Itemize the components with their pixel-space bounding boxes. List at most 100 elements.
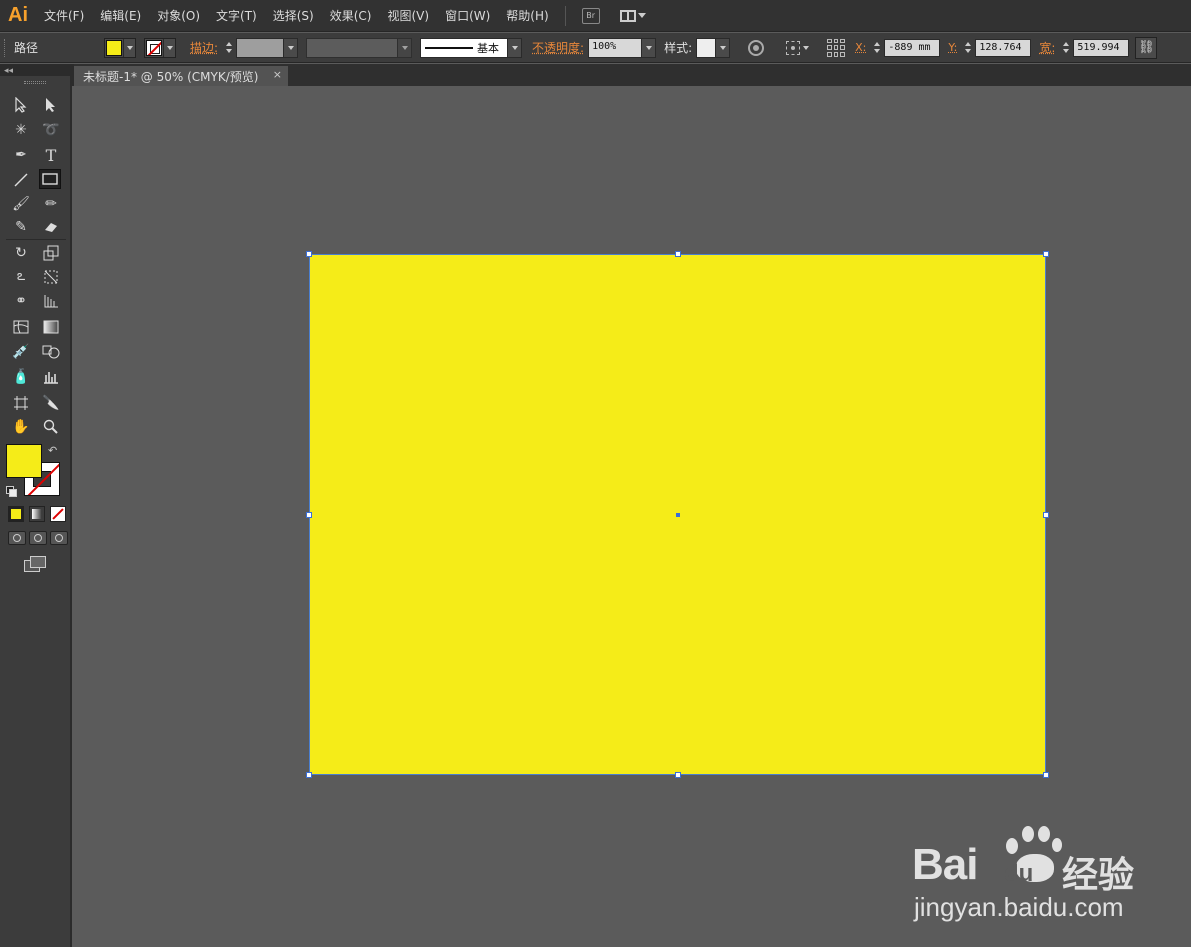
none-mode-button[interactable]	[50, 506, 66, 522]
hand-tool[interactable]: ✋	[10, 417, 32, 437]
handle-bottom-center[interactable]	[675, 772, 681, 778]
stroke-weight-stepper[interactable]	[222, 38, 236, 58]
handle-top-right[interactable]	[1043, 251, 1049, 257]
fill-color-box[interactable]	[6, 444, 42, 478]
draw-normal-button[interactable]	[8, 531, 26, 545]
mesh-icon	[13, 320, 29, 334]
lasso-icon: ➰	[42, 122, 60, 138]
draw-behind-icon	[34, 534, 42, 542]
pen-tool[interactable]: ✒	[10, 145, 32, 165]
handle-top-center[interactable]	[675, 251, 681, 257]
type-tool[interactable]: T	[40, 145, 62, 165]
menu-help[interactable]: 帮助(H)	[498, 0, 556, 32]
canvas[interactable]	[74, 86, 1191, 947]
draw-behind-button[interactable]	[29, 531, 47, 545]
menu-view[interactable]: 视图(V)	[379, 0, 437, 32]
toolbox-grip[interactable]	[24, 81, 46, 84]
x-label[interactable]: X:	[855, 41, 866, 54]
gradient-tool[interactable]	[40, 317, 62, 337]
handle-top-left[interactable]	[306, 251, 312, 257]
width-field[interactable]: 519.994	[1073, 38, 1130, 57]
opacity-label[interactable]: 不透明度:	[532, 39, 584, 56]
rotate-tool[interactable]: ↻	[10, 243, 32, 263]
draw-inside-icon	[55, 534, 63, 542]
stroke-line-preview	[425, 46, 474, 49]
slice-tool[interactable]: 🔪	[40, 393, 62, 413]
menu-effect[interactable]: 效果(C)	[322, 0, 380, 32]
lasso-tool[interactable]: ➰	[40, 120, 62, 140]
stroke-weight-label[interactable]: 描边:	[190, 39, 218, 56]
width-stepper[interactable]	[1059, 38, 1073, 58]
chevron-down-icon	[166, 45, 173, 50]
screen-mode-icon[interactable]	[24, 556, 46, 572]
rectangle-tool[interactable]	[39, 169, 61, 189]
center-point	[676, 513, 680, 517]
line-segment-tool[interactable]	[10, 170, 32, 190]
graphic-style-dropdown[interactable]	[696, 37, 731, 58]
constrain-proportions-button[interactable]: ⛓	[1135, 36, 1158, 59]
brush-definition-dropdown[interactable]: 基本	[420, 37, 523, 58]
zoom-tool[interactable]	[40, 417, 62, 437]
artboard-tool[interactable]	[10, 393, 32, 413]
stroke-weight-field[interactable]	[236, 37, 299, 58]
recolor-artwork-icon[interactable]	[748, 39, 765, 56]
x-field[interactable]: -889 mm	[884, 38, 941, 57]
bridge-button[interactable]: Br	[581, 7, 600, 24]
blob-brush-tool[interactable]: ✎	[10, 217, 32, 237]
gradient-mode-icon	[32, 509, 42, 519]
document-tab[interactable]: 未标题-1* @ 50% (CMYK/预览) ×	[74, 66, 288, 86]
eyedropper-tool[interactable]: 💉	[10, 342, 32, 362]
collapse-panel-icon[interactable]: ◂◂	[4, 66, 13, 76]
handle-bottom-right[interactable]	[1043, 772, 1049, 778]
menu-object[interactable]: 对象(O)	[149, 0, 208, 32]
selection-tool[interactable]	[10, 95, 32, 115]
magic-wand-tool[interactable]: ✳	[10, 120, 32, 140]
width-tool[interactable]: ఽ	[10, 267, 32, 287]
paintbrush-tool[interactable]: 🖌	[10, 194, 32, 214]
arrange-documents-button[interactable]	[619, 9, 646, 22]
y-field[interactable]: 128.764	[975, 38, 1032, 57]
handle-middle-left[interactable]	[306, 512, 312, 518]
shape-builder-tool[interactable]: ⚭	[10, 291, 32, 311]
reference-point-icon[interactable]	[827, 38, 846, 57]
menu-window[interactable]: 窗口(W)	[437, 0, 498, 32]
direct-selection-tool[interactable]	[40, 95, 62, 115]
fill-color-dropdown[interactable]	[104, 37, 136, 58]
column-graph-tool[interactable]	[40, 367, 62, 387]
scale-tool[interactable]	[40, 243, 62, 263]
perspective-grid-tool[interactable]	[40, 291, 62, 311]
swap-fill-stroke-icon[interactable]: ↶	[48, 444, 57, 457]
align-to-dropdown[interactable]	[786, 40, 810, 55]
y-stepper[interactable]	[961, 38, 975, 58]
color-mode-button[interactable]	[8, 506, 24, 522]
stepper-down-icon	[226, 49, 233, 53]
menu-edit[interactable]: 编辑(E)	[92, 0, 149, 32]
menu-select[interactable]: 选择(S)	[265, 0, 322, 32]
free-transform-tool[interactable]	[40, 267, 62, 287]
variable-width-profile-dropdown[interactable]	[306, 37, 413, 58]
pencil-tool[interactable]: ✏	[40, 194, 62, 214]
x-stepper[interactable]	[870, 38, 884, 58]
stroke-color-dropdown[interactable]	[144, 37, 176, 58]
blend-tool[interactable]	[40, 342, 62, 362]
chevron-down-icon	[645, 45, 652, 50]
blend-icon	[42, 345, 60, 359]
draw-inside-button[interactable]	[50, 531, 68, 545]
default-fill-stroke-icon[interactable]	[6, 486, 17, 497]
mesh-tool[interactable]	[10, 317, 32, 337]
fill-swatch	[106, 39, 122, 56]
none-icon	[52, 508, 64, 520]
handle-bottom-left[interactable]	[306, 772, 312, 778]
menu-file[interactable]: 文件(F)	[36, 0, 92, 32]
opacity-field[interactable]: 100%	[588, 37, 657, 58]
close-icon[interactable]: ×	[273, 68, 282, 81]
control-bar-grip[interactable]	[4, 38, 10, 57]
width-label[interactable]: 宽:	[1039, 39, 1055, 56]
eraser-tool[interactable]	[40, 217, 62, 237]
handle-middle-right[interactable]	[1043, 512, 1049, 518]
rectangle-icon	[42, 173, 58, 185]
gradient-mode-button[interactable]	[29, 506, 45, 522]
symbol-sprayer-tool[interactable]: 🧴	[10, 367, 32, 387]
menu-type[interactable]: 文字(T)	[208, 0, 265, 32]
y-label[interactable]: Y:	[948, 41, 957, 54]
